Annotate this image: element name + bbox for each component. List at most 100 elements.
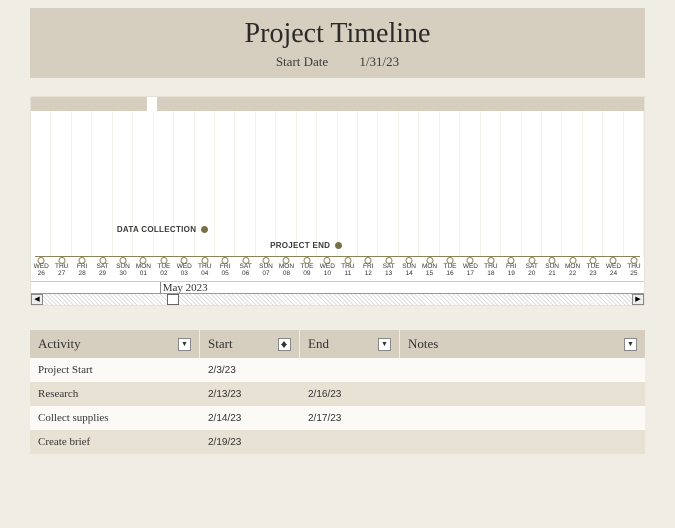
grid-column xyxy=(195,111,215,257)
axis-tick: SUN14 xyxy=(399,263,419,277)
axis-tick: SAT06 xyxy=(235,263,255,277)
axis-tick: SUN30 xyxy=(113,263,133,277)
grid-column xyxy=(440,111,460,257)
col-header-end-label: End xyxy=(308,336,329,352)
timeline-axis: WED26THU27FRI28SAT29SUN30MON01TUE02WED03… xyxy=(31,263,644,277)
table-row[interactable]: Research2/13/232/16/23 xyxy=(30,382,645,406)
grid-column xyxy=(419,111,439,257)
col-header-end: End ▼ xyxy=(300,330,400,358)
table-row[interactable]: Collect supplies2/14/232/17/23 xyxy=(30,406,645,430)
axis-tick: MON22 xyxy=(562,263,582,277)
cell-start: 2/19/23 xyxy=(200,437,300,448)
col-header-start-label: Start xyxy=(208,336,233,352)
cell-activity: Collect supplies xyxy=(30,412,200,424)
axis-tick: THU27 xyxy=(51,263,71,277)
axis-tick: SUN21 xyxy=(542,263,562,277)
grid-column xyxy=(481,111,501,257)
cell-start: 2/14/23 xyxy=(200,413,300,424)
grid-column xyxy=(256,111,276,257)
col-header-start: Start xyxy=(200,330,300,358)
filter-dropdown-icon[interactable]: ▼ xyxy=(178,338,191,351)
milestone-label: DATA COLLECTION xyxy=(117,225,196,234)
col-header-notes: Notes ▼ xyxy=(400,330,645,358)
milestone-marker: DATA COLLECTION xyxy=(117,225,208,234)
scroll-right-button[interactable]: ▶ xyxy=(632,294,644,305)
cell-activity: Create brief xyxy=(30,436,200,448)
timeline-scrollbar: May 2023 ◀ ▶ xyxy=(31,281,644,305)
grid-column xyxy=(562,111,582,257)
milestone-label: PROJECT END xyxy=(270,241,330,250)
axis-tick: THU04 xyxy=(195,263,215,277)
grid-column xyxy=(215,111,235,257)
grid-column xyxy=(501,111,521,257)
page-title: Project Timeline xyxy=(30,18,645,50)
grid-column xyxy=(399,111,419,257)
axis-tick: SUN07 xyxy=(256,263,276,277)
header-banner: Project Timeline Start Date 1/31/23 xyxy=(30,8,645,78)
axis-tick: SAT20 xyxy=(522,263,542,277)
axis-tick: TUE23 xyxy=(583,263,603,277)
activity-table: Activity ▼ Start End ▼ Notes ▼ Project S… xyxy=(30,330,645,454)
grid-column xyxy=(603,111,623,257)
grid-column xyxy=(154,111,174,257)
cell-start: 2/3/23 xyxy=(200,365,300,376)
grid-column xyxy=(92,111,112,257)
axis-tick: MON01 xyxy=(133,263,153,277)
grid-column xyxy=(460,111,480,257)
axis-tick: THU18 xyxy=(481,263,501,277)
grid-column xyxy=(522,111,542,257)
axis-tick: THU25 xyxy=(624,263,644,277)
grid-column xyxy=(358,111,378,257)
filter-dropdown-icon[interactable]: ▼ xyxy=(624,338,637,351)
grid-column xyxy=(174,111,194,257)
axis-tick: WED24 xyxy=(603,263,623,277)
col-header-activity-label: Activity xyxy=(38,336,81,352)
grid-column xyxy=(113,111,133,257)
timeline-range-bar xyxy=(157,97,644,111)
axis-tick: FRI28 xyxy=(72,263,92,277)
axis-tick: SAT29 xyxy=(92,263,112,277)
axis-tick: WED26 xyxy=(31,263,51,277)
subheader: Start Date 1/31/23 xyxy=(30,54,645,70)
axis-tick: TUE09 xyxy=(297,263,317,277)
timeline-chart: DATA COLLECTIONPROJECT END WED26THU27FRI… xyxy=(30,96,645,306)
axis-tick: FRI19 xyxy=(501,263,521,277)
sort-icon[interactable] xyxy=(278,338,291,351)
axis-tick: TUE16 xyxy=(440,263,460,277)
scroll-track[interactable] xyxy=(43,294,632,305)
scroll-left-button[interactable]: ◀ xyxy=(31,294,43,305)
axis-tick: WED17 xyxy=(460,263,480,277)
col-header-notes-label: Notes xyxy=(408,336,438,352)
table-header-row: Activity ▼ Start End ▼ Notes ▼ xyxy=(30,330,645,358)
grid-column xyxy=(624,111,644,257)
col-header-activity: Activity ▼ xyxy=(30,330,200,358)
cell-activity: Research xyxy=(30,388,200,400)
milestone-dot-icon xyxy=(201,226,208,233)
table-row[interactable]: Project Start2/3/23 xyxy=(30,358,645,382)
cell-end: 2/16/23 xyxy=(300,389,400,400)
grid-column xyxy=(276,111,296,257)
axis-tick: FRI12 xyxy=(358,263,378,277)
milestone-dot-icon xyxy=(335,242,342,249)
axis-tick: WED03 xyxy=(174,263,194,277)
axis-tick: MON15 xyxy=(419,263,439,277)
grid-column xyxy=(72,111,92,257)
grid-column xyxy=(338,111,358,257)
table-row[interactable]: Create brief2/19/23 xyxy=(30,430,645,454)
grid-column xyxy=(542,111,562,257)
axis-tick: TUE02 xyxy=(154,263,174,277)
start-date-value: 1/31/23 xyxy=(359,54,399,70)
grid-column xyxy=(31,111,51,257)
axis-tick: SAT13 xyxy=(378,263,398,277)
grid-column xyxy=(133,111,153,257)
grid-column xyxy=(317,111,337,257)
scroll-thumb[interactable] xyxy=(167,294,179,305)
axis-tick: THU11 xyxy=(338,263,358,277)
milestone-marker: PROJECT END xyxy=(270,241,342,250)
axis-tick: MON08 xyxy=(276,263,296,277)
cell-end: 2/17/23 xyxy=(300,413,400,424)
grid-column xyxy=(583,111,603,257)
start-date-label: Start Date xyxy=(276,54,328,70)
filter-dropdown-icon[interactable]: ▼ xyxy=(378,338,391,351)
grid-column xyxy=(297,111,317,257)
